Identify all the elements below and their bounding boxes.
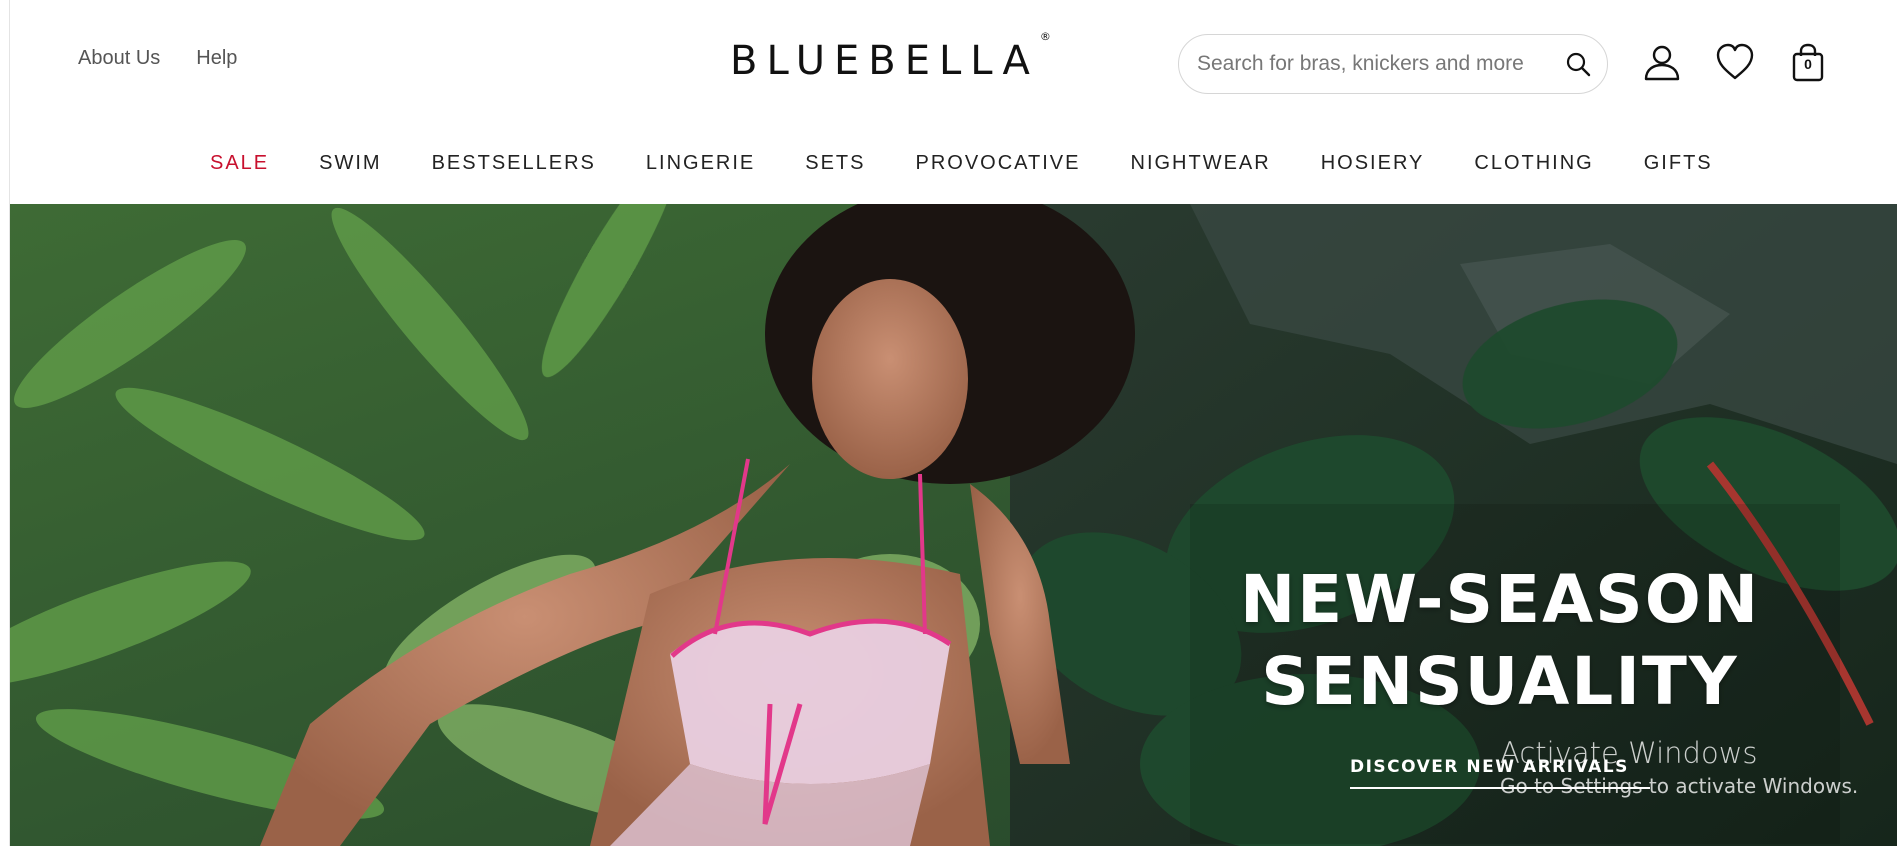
heart-icon[interactable] — [1713, 40, 1757, 84]
nav-item-gifts[interactable]: GIFTS — [1644, 152, 1713, 175]
page: About Us Help BLUEBELLA® 0 SALE SWIM BES… — [0, 0, 1897, 846]
logo-text: BLUEBELLA — [730, 38, 1039, 84]
main-nav: SALE SWIM BESTSELLERS LINGERIE SETS PROV… — [210, 152, 1763, 175]
help-link[interactable]: Help — [196, 47, 237, 70]
hero-title: NEW-SEASON SENSUALITY — [1210, 559, 1790, 723]
bag-icon[interactable]: 0 — [1786, 40, 1830, 84]
nav-item-sets[interactable]: SETS — [805, 152, 865, 175]
utility-links: About Us Help — [78, 47, 237, 70]
search-icon[interactable] — [1563, 49, 1593, 79]
nav-item-nightwear[interactable]: NIGHTWEAR — [1131, 152, 1271, 175]
nav-item-provocative[interactable]: PROVOCATIVE — [916, 152, 1081, 175]
site-logo[interactable]: BLUEBELLA® — [730, 30, 1051, 84]
nav-item-clothing[interactable]: CLOTHING — [1474, 152, 1593, 175]
logo-registered-mark: ® — [1039, 29, 1051, 43]
nav-item-swim[interactable]: SWIM — [319, 152, 381, 175]
search-box[interactable] — [1178, 34, 1608, 94]
hero-title-line2: SENSUALITY — [1261, 643, 1739, 720]
search-input[interactable] — [1197, 52, 1552, 76]
about-us-link[interactable]: About Us — [78, 47, 160, 70]
bag-count: 0 — [1804, 56, 1812, 72]
nav-item-sale[interactable]: SALE — [210, 152, 269, 175]
site-header: About Us Help BLUEBELLA® 0 — [10, 0, 1897, 120]
activation-subtitle: Go to Settings to activate Windows. — [1500, 774, 1859, 798]
nav-item-bestsellers[interactable]: BESTSELLERS — [432, 152, 596, 175]
nav-item-hosiery[interactable]: HOSIERY — [1321, 152, 1425, 175]
nav-item-lingerie[interactable]: LINGERIE — [646, 152, 755, 175]
hero-title-line1: NEW-SEASON — [1239, 561, 1761, 638]
activation-title: Activate Windows — [1500, 736, 1758, 770]
account-icon[interactable] — [1640, 40, 1684, 84]
windows-activation-watermark: Activate Windows Go to Settings to activ… — [1500, 736, 1858, 798]
